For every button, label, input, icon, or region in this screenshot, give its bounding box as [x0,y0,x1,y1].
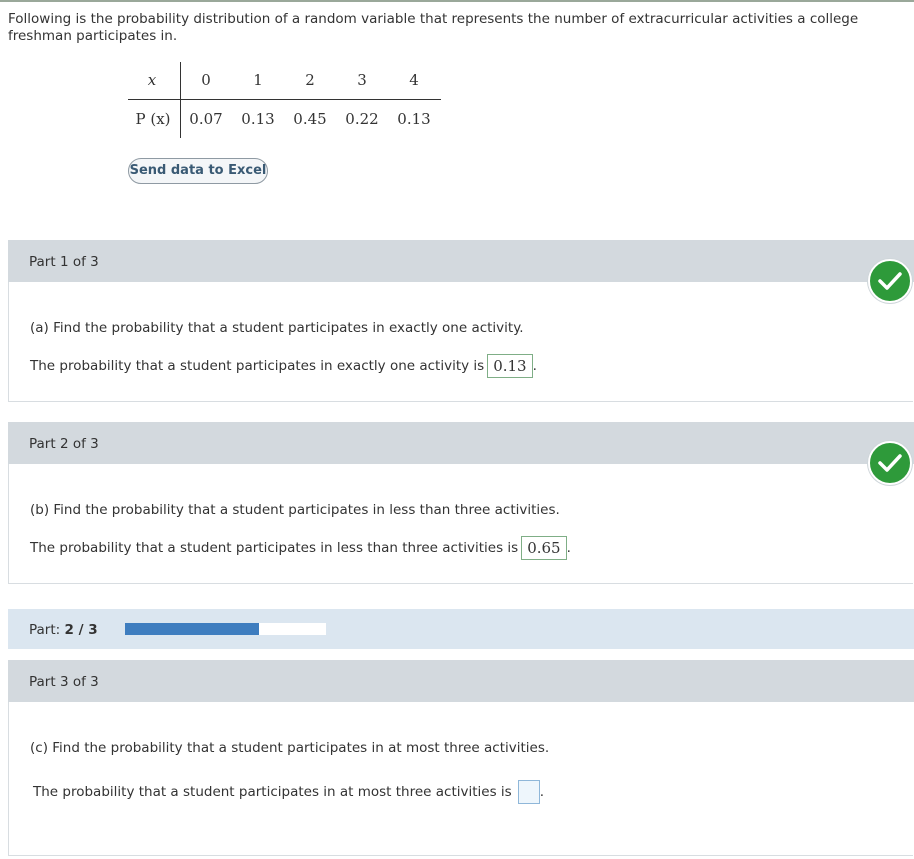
period: . [532,358,537,374]
px-value: 0.13 [397,110,431,128]
x-value: 1 [253,71,263,89]
px-value: 0.07 [189,110,223,128]
part3-answer-line: The probability that a student participa… [33,780,544,804]
progress-strip: Part: 2 / 3 [8,609,914,649]
part2-answer-field[interactable]: 0.65 [521,536,567,560]
part1-answer-field[interactable]: 0.13 [487,354,533,378]
part3-answer-prefix: The probability that a student participa… [33,784,512,800]
progress-label-text: Part: [29,622,61,638]
progress-value: 2 / 3 [64,622,98,638]
progress-label: Part: 2 / 3 [29,622,98,638]
part3-answer-field[interactable] [517,780,540,804]
distribution-table: x 0 1 2 3 4 P (x) 0.07 0.13 0.45 0.22 0.… [128,60,441,140]
part3-question: (c) Find the probability that a student … [30,740,550,756]
x-value: 4 [409,71,419,89]
progress-bar [125,623,326,635]
x-value: 2 [305,71,315,89]
part2-header[interactable]: Part 2 of 3 [8,422,914,464]
px-value: 0.45 [293,110,327,128]
part2-body: (b) Find the probability that a student … [8,464,913,584]
top-divider [0,0,914,2]
check-icon [868,259,912,303]
page: Following is the probability distributio… [0,0,914,859]
progress-bar-fill [125,623,259,635]
part1-body: (a) Find the probability that a student … [8,282,913,402]
px-value: 0.22 [345,110,379,128]
part3-header[interactable]: Part 3 of 3 [8,660,914,702]
part1-header[interactable]: Part 1 of 3 [8,240,914,282]
px-header: P (x) [135,110,171,128]
table-vertical-rule [180,62,181,138]
part2-question: (b) Find the probability that a student … [30,502,560,518]
part1-answer-prefix: The probability that a student participa… [30,358,485,374]
px-value: 0.13 [241,110,275,128]
x-value: 3 [357,71,367,89]
check-icon [868,441,912,485]
part1-answer-line: The probability that a student participa… [30,354,537,378]
x-header: x [147,71,157,89]
period: . [539,784,544,800]
part2-answer-prefix: The probability that a student participa… [30,540,519,556]
send-to-excel-button[interactable]: Send data to Excel [128,158,268,184]
part1-header-label: Part 1 of 3 [29,254,99,270]
period: . [566,540,571,556]
part1-question: (a) Find the probability that a student … [30,320,524,336]
part2-answer-line: The probability that a student participa… [30,536,571,560]
part2-header-label: Part 2 of 3 [29,436,99,452]
x-value: 0 [201,71,211,89]
part3-header-label: Part 3 of 3 [29,674,99,690]
problem-statement: Following is the probability distributio… [8,11,859,44]
table-horizontal-rule [128,99,441,100]
part3-body: (c) Find the probability that a student … [8,702,913,856]
